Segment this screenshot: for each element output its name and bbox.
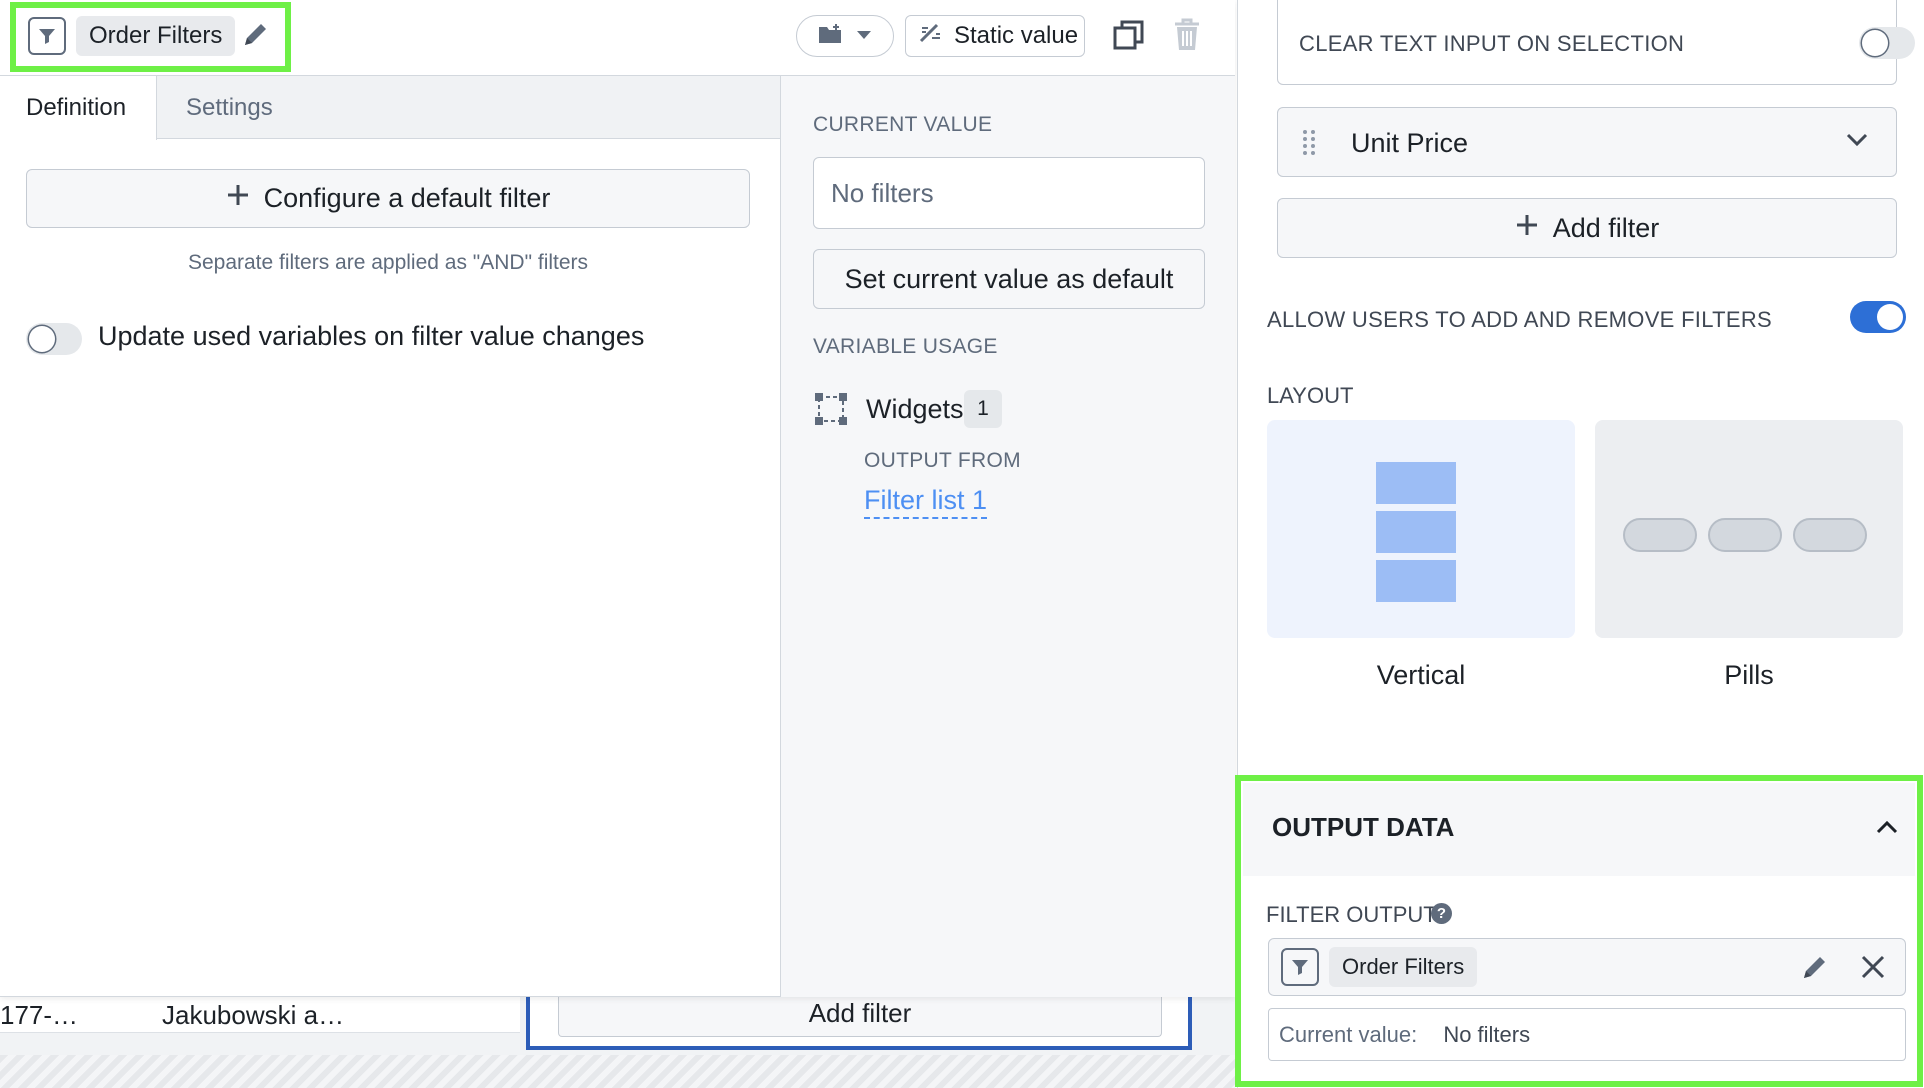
current-value-field[interactable]: No filters bbox=[813, 157, 1205, 229]
update-variables-toggle[interactable] bbox=[26, 323, 82, 355]
vertical-preview-block bbox=[1376, 511, 1456, 553]
background-hatch bbox=[0, 1055, 1235, 1088]
caret-down-icon bbox=[856, 27, 872, 45]
vertical-preview-block bbox=[1376, 462, 1456, 504]
toggle-knob bbox=[1862, 30, 1888, 56]
clear-text-option-card: CLEAR TEXT INPUT ON SELECTION bbox=[1277, 0, 1915, 85]
duplicate-icon[interactable] bbox=[1112, 18, 1146, 57]
set-current-as-default-button[interactable]: Set current value as default bbox=[813, 249, 1205, 309]
background-filter-widget[interactable]: Add filter bbox=[526, 992, 1192, 1050]
toggle-knob bbox=[29, 326, 55, 352]
static-value-label: Static value bbox=[954, 22, 1079, 49]
toggle-knob bbox=[1877, 304, 1903, 330]
background-table-row[interactable]: 177-… Jakubowski a… bbox=[0, 995, 520, 1033]
drag-handle-icon[interactable] bbox=[1302, 129, 1316, 162]
and-filters-note: Separate filters are applied as "AND" fi… bbox=[187, 251, 589, 274]
clear-text-toggle[interactable] bbox=[1859, 27, 1915, 59]
delete-trash-icon[interactable] bbox=[1172, 18, 1202, 57]
highlight-output-data bbox=[1235, 775, 1923, 1087]
magic-wand-icon bbox=[918, 22, 944, 51]
allow-users-label: ALLOW USERS TO ADD AND REMOVE FILTERS bbox=[1267, 307, 1772, 332]
widgets-icon bbox=[813, 391, 849, 432]
tab-settings[interactable]: Settings bbox=[160, 76, 299, 139]
allow-users-toggle[interactable] bbox=[1850, 301, 1906, 333]
pill-preview bbox=[1708, 518, 1782, 552]
filter-list-link[interactable]: Filter list 1 bbox=[864, 485, 988, 519]
layout-pills-label: Pills bbox=[1724, 660, 1774, 690]
table-cell: 177-… bbox=[0, 1000, 79, 1030]
editor-tabs: Definition Settings bbox=[0, 76, 780, 140]
vertical-preview-block bbox=[1376, 560, 1456, 602]
current-value-panel: CURRENT VALUE No filters Set current val… bbox=[780, 76, 1235, 997]
clear-text-label: CLEAR TEXT INPUT ON SELECTION bbox=[1299, 31, 1685, 56]
add-filter-label: Add filter bbox=[1552, 212, 1660, 243]
layout-option-pills[interactable] bbox=[1595, 420, 1903, 638]
plus-icon bbox=[226, 183, 250, 214]
table-cell: Jakubowski a… bbox=[162, 1000, 345, 1030]
layout-option-vertical[interactable] bbox=[1267, 420, 1575, 638]
chevron-down-icon[interactable] bbox=[1846, 132, 1868, 153]
definition-panel: Configure a default filter Separate filt… bbox=[0, 139, 780, 997]
add-filter-button[interactable]: Add filter bbox=[1277, 198, 1897, 258]
current-value-caption: CURRENT VALUE bbox=[813, 113, 993, 136]
update-variables-label: Update used variables on filter value ch… bbox=[98, 321, 645, 351]
widgets-count-badge: 1 bbox=[964, 390, 1002, 428]
configure-default-filter-label: Configure a default filter bbox=[263, 183, 551, 213]
tab-definition[interactable]: Definition bbox=[0, 76, 157, 140]
widgets-label: Widgets bbox=[866, 394, 964, 424]
output-from-caption: OUTPUT FROM bbox=[864, 449, 1021, 472]
filter-item-unit-price[interactable]: Unit Price bbox=[1277, 107, 1897, 177]
highlight-title-area bbox=[10, 2, 291, 72]
layout-vertical-label: Vertical bbox=[1376, 660, 1466, 690]
folder-menu-button[interactable] bbox=[796, 15, 894, 57]
filter-item-label: Unit Price bbox=[1351, 128, 1469, 158]
plus-icon bbox=[1515, 213, 1539, 244]
folder-icon bbox=[818, 23, 844, 50]
static-value-button[interactable]: Static value bbox=[905, 15, 1085, 57]
pill-preview bbox=[1623, 518, 1697, 552]
background-add-filter-button[interactable]: Add filter bbox=[558, 992, 1162, 1037]
configure-default-filter-button[interactable]: Configure a default filter bbox=[26, 169, 750, 228]
pill-preview bbox=[1793, 518, 1867, 552]
variable-usage-caption: VARIABLE USAGE bbox=[813, 335, 998, 358]
variable-editor-popover: Order Filters Static value Definition Se… bbox=[0, 0, 1235, 997]
layout-caption: LAYOUT bbox=[1267, 383, 1354, 408]
